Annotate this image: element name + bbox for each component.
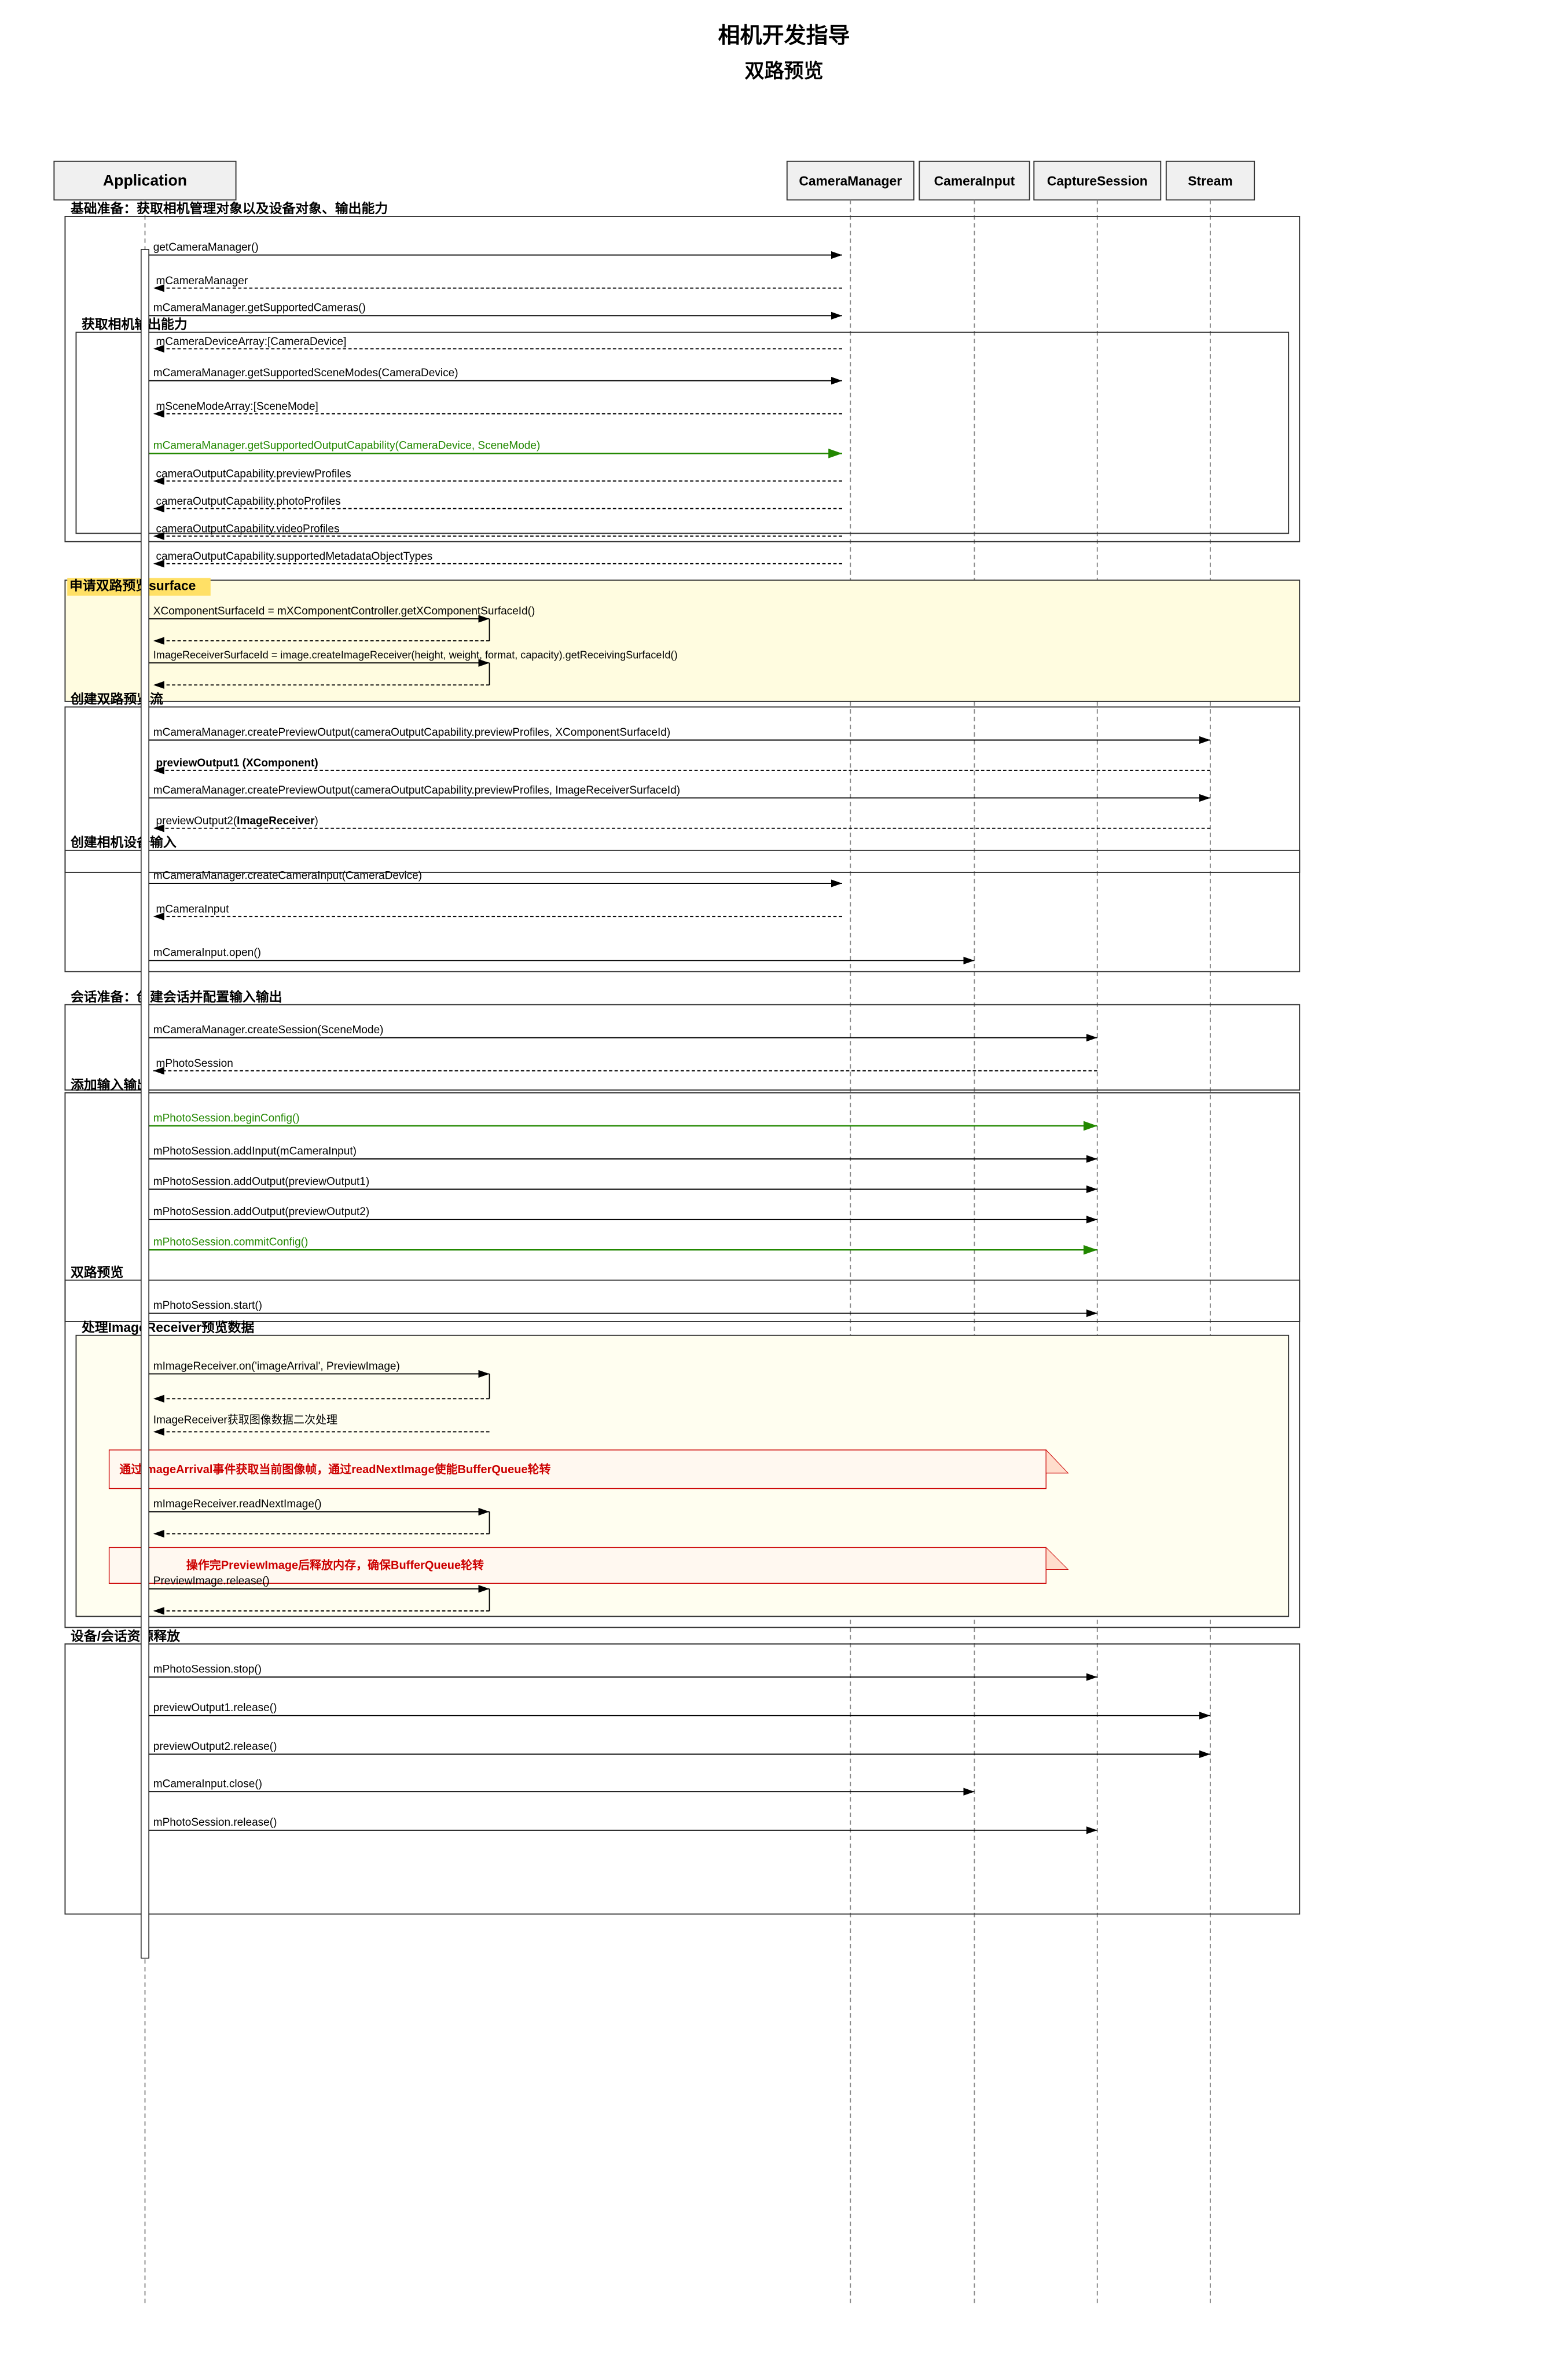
svg-text:Stream: Stream xyxy=(1188,174,1232,189)
svg-text:基础准备：获取相机管理对象以及设备对象、输出能力: 基础准备：获取相机管理对象以及设备对象、输出能力 xyxy=(71,201,388,216)
svg-text:mCameraManager.getSupportedOut: mCameraManager.getSupportedOutputCapabil… xyxy=(153,440,541,452)
page-subtitle: 双路预览 xyxy=(0,55,1568,83)
svg-text:创建相机设备输入: 创建相机设备输入 xyxy=(70,835,177,850)
svg-text:CaptureSession: CaptureSession xyxy=(1047,174,1148,189)
svg-text:mCameraInput.open(): mCameraInput.open() xyxy=(153,947,261,959)
svg-text:previewOutput1 (XComponent): previewOutput1 (XComponent) xyxy=(156,757,318,769)
svg-text:ImageReceiver获取图像数据二次处理: ImageReceiver获取图像数据二次处理 xyxy=(153,1414,337,1426)
svg-text:CameraManager: CameraManager xyxy=(799,174,902,189)
svg-text:mCameraManager: mCameraManager xyxy=(156,275,248,287)
svg-text:mPhotoSession.addOutput(previe: mPhotoSession.addOutput(previewOutput2) xyxy=(153,1206,369,1218)
svg-text:mImageReceiver.readNextImage(): mImageReceiver.readNextImage() xyxy=(153,1498,322,1510)
svg-text:previewOutput2.release(): previewOutput2.release() xyxy=(153,1741,277,1753)
svg-text:ImageReceiverSurfaceId = image: ImageReceiverSurfaceId = image.createIma… xyxy=(153,649,678,661)
svg-text:mCameraInput.close(): mCameraInput.close() xyxy=(153,1778,262,1790)
svg-text:cameraOutputCapability.photoPr: cameraOutputCapability.photoProfiles xyxy=(156,496,341,508)
svg-text:cameraOutputCapability.preview: cameraOutputCapability.previewProfiles xyxy=(156,468,351,480)
svg-text:创建双路预览流: 创建双路预览流 xyxy=(70,692,163,707)
svg-text:添加输入输出: 添加输入输出 xyxy=(71,1077,150,1092)
svg-text:会话准备：创建会话并配置输入输出: 会话准备：创建会话并配置输入输出 xyxy=(71,989,282,1004)
svg-text:mCameraManager.createPreviewOu: mCameraManager.createPreviewOutput(camer… xyxy=(153,784,680,797)
svg-text:mPhotoSession.stop(): mPhotoSession.stop() xyxy=(153,1664,262,1676)
svg-text:CameraInput: CameraInput xyxy=(934,174,1015,189)
svg-text:mPhotoSession: mPhotoSession xyxy=(156,1058,233,1070)
svg-text:操作完PreviewImage后释放内存，确保BufferQ: 操作完PreviewImage后释放内存，确保BufferQueue轮转 xyxy=(186,1558,484,1572)
svg-text:通过imageArrival事件获取当前图像帧，通过read: 通过imageArrival事件获取当前图像帧，通过readNextImage使… xyxy=(119,1462,550,1476)
svg-text:mCameraManager.getSupportedSce: mCameraManager.getSupportedSceneModes(Ca… xyxy=(153,367,458,379)
svg-text:previewOutput1.release(): previewOutput1.release() xyxy=(153,1702,277,1714)
svg-text:cameraOutputCapability.support: cameraOutputCapability.supportedMetadata… xyxy=(156,550,433,563)
svg-text:mCameraManager.getSupportedCam: mCameraManager.getSupportedCameras() xyxy=(153,302,366,314)
svg-text:mPhotoSession.release(): mPhotoSession.release() xyxy=(153,1816,277,1829)
svg-text:mCameraManager.createPreviewOu: mCameraManager.createPreviewOutput(camer… xyxy=(153,726,670,739)
svg-text:mCameraInput: mCameraInput xyxy=(156,904,230,916)
svg-text:处理ImageReceiver预览数据: 处理ImageReceiver预览数据 xyxy=(81,1320,254,1335)
svg-text:申请双路预览surface: 申请双路预览surface xyxy=(69,578,196,593)
svg-text:previewOutput2(ImageReceiver): previewOutput2(ImageReceiver) xyxy=(156,815,318,827)
page-title: 相机开发指导 xyxy=(0,0,1568,55)
svg-text:XComponentSurfaceId = mXCompon: XComponentSurfaceId = mXComponentControl… xyxy=(153,605,535,617)
svg-text:PreviewImage.release(): PreviewImage.release() xyxy=(153,1575,270,1587)
svg-text:mPhotoSession.start(): mPhotoSession.start() xyxy=(153,1300,262,1312)
svg-text:cameraOutputCapability.videoPr: cameraOutputCapability.videoProfiles xyxy=(156,523,340,535)
svg-text:获取相机输出能力: 获取相机输出能力 xyxy=(82,317,188,332)
svg-text:mCameraDeviceArray:[CameraDevi: mCameraDeviceArray:[CameraDevice] xyxy=(156,336,347,348)
svg-text:Application: Application xyxy=(103,172,187,189)
svg-text:mCameraManager.createCameraInp: mCameraManager.createCameraInput(CameraD… xyxy=(153,869,422,882)
svg-text:mPhotoSession.addOutput(previe: mPhotoSession.addOutput(previewOutput1) xyxy=(153,1176,369,1188)
svg-text:mSceneModeArray:[SceneMode]: mSceneModeArray:[SceneMode] xyxy=(156,401,318,413)
svg-text:mCameraManager.createSession(S: mCameraManager.createSession(SceneMode) xyxy=(153,1024,384,1036)
svg-text:mPhotoSession.commitConfig(): mPhotoSession.commitConfig() xyxy=(153,1236,309,1249)
svg-text:mPhotoSession.beginConfig(): mPhotoSession.beginConfig() xyxy=(153,1112,300,1124)
diagram: Application CameraManager CameraInput Ca… xyxy=(0,101,1568,2358)
svg-text:双路预览: 双路预览 xyxy=(71,1265,123,1280)
svg-text:getCameraManager(): getCameraManager() xyxy=(153,241,259,254)
svg-text:mPhotoSession.addInput(mCamera: mPhotoSession.addInput(mCameraInput) xyxy=(153,1146,357,1158)
svg-text:mImageReceiver.on('imageArriva: mImageReceiver.on('imageArrival', Previe… xyxy=(153,1360,400,1372)
svg-text:设备/会话资源释放: 设备/会话资源释放 xyxy=(71,1628,180,1643)
